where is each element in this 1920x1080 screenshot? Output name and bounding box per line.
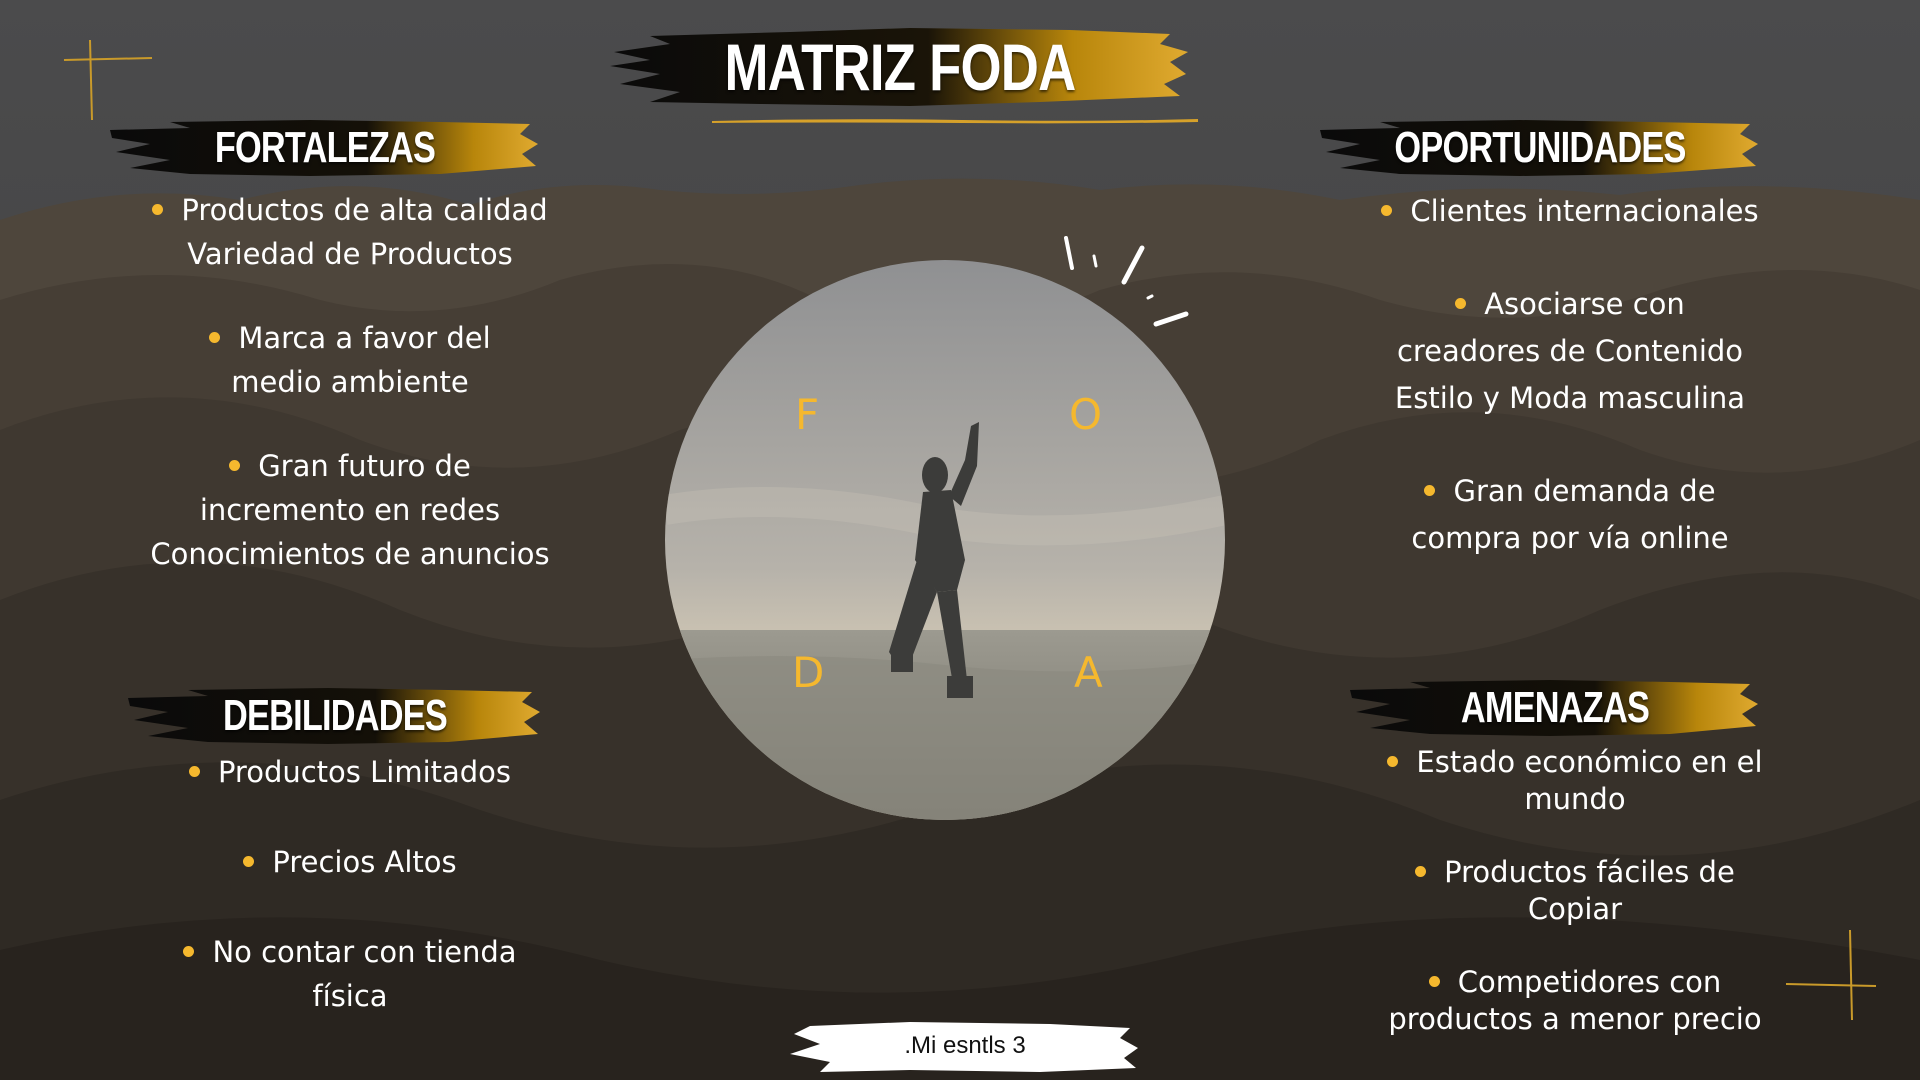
list-item: Productos fáciles de Copiar — [1330, 854, 1820, 928]
bullet-dot-icon — [209, 331, 221, 343]
list-item: Clientes internacionales — [1330, 188, 1810, 235]
list-item: Asociarse con creadores de Contenido Est… — [1394, 287, 1746, 415]
bullet-dot-icon — [1387, 755, 1399, 767]
bullet-dot-icon — [1415, 865, 1427, 877]
list-item: Productos de alta calidad Variedad de Pr… — [90, 188, 610, 276]
swot-letter-d: D — [792, 648, 825, 697]
bullet-dot-icon — [152, 203, 164, 215]
oportunidades-list: Clientes internacionales Asociarse con c… — [1330, 188, 1810, 608]
bullet-dot-icon — [1381, 204, 1393, 216]
list-item: Productos Limitados — [120, 750, 580, 794]
list-item: Marca a favor del medio ambiente — [90, 316, 610, 404]
bullet-dot-icon — [1455, 297, 1467, 309]
bullet-dot-icon — [243, 855, 255, 867]
list-item: Gran demanda de compra por vía online — [1411, 474, 1729, 555]
fortalezas-banner: FORTALEZAS — [110, 116, 540, 180]
debilidades-banner: DEBILIDADES — [128, 684, 542, 748]
title-underline — [712, 119, 1198, 124]
cross-line-decoration — [63, 39, 153, 121]
list-item: Competidores con productos a menor preci… — [1388, 965, 1762, 1036]
list-item: Estado económico en el mundo — [1330, 744, 1820, 818]
bullet-dot-icon — [1428, 975, 1440, 987]
list-item: Precios Altos — [120, 840, 580, 884]
swot-letter-o: O — [1069, 390, 1103, 439]
amenazas-heading: AMENAZAS — [1460, 683, 1650, 732]
footer-tag: .Mi esntls 3 — [790, 1018, 1140, 1074]
bullet-dot-icon — [1424, 484, 1436, 496]
list-item: Gran futuro de incremento en redes Conoc… — [150, 449, 550, 571]
list-item: No contar con tienda física — [120, 930, 580, 1018]
center-photo — [665, 260, 1225, 820]
oportunidades-heading: OPORTUNIDADES — [1394, 123, 1686, 172]
title-banner: MATRIZ FODA — [610, 22, 1190, 112]
debilidades-list: Productos Limitados Precios Altos No con… — [120, 750, 580, 1064]
oportunidades-banner: OPORTUNIDADES — [1320, 116, 1760, 180]
footer-text: .Mi esntls 3 — [904, 1032, 1026, 1059]
amenazas-list: Estado económico en el mundo Productos f… — [1330, 744, 1820, 1074]
amenazas-banner: AMENAZAS — [1350, 676, 1760, 740]
swot-letter-a: A — [1074, 648, 1103, 697]
sparkle-icon — [1064, 236, 1189, 327]
swot-letter-f: F — [795, 390, 820, 439]
fortalezas-heading: FORTALEZAS — [214, 123, 436, 172]
debilidades-heading: DEBILIDADES — [222, 691, 448, 740]
bullet-dot-icon — [183, 945, 195, 957]
bullet-dot-icon — [188, 765, 200, 777]
page-title: MATRIZ FODA — [724, 30, 1077, 104]
fortalezas-list: Productos de alta calidad Variedad de Pr… — [90, 188, 610, 616]
bullet-dot-icon — [229, 459, 241, 471]
